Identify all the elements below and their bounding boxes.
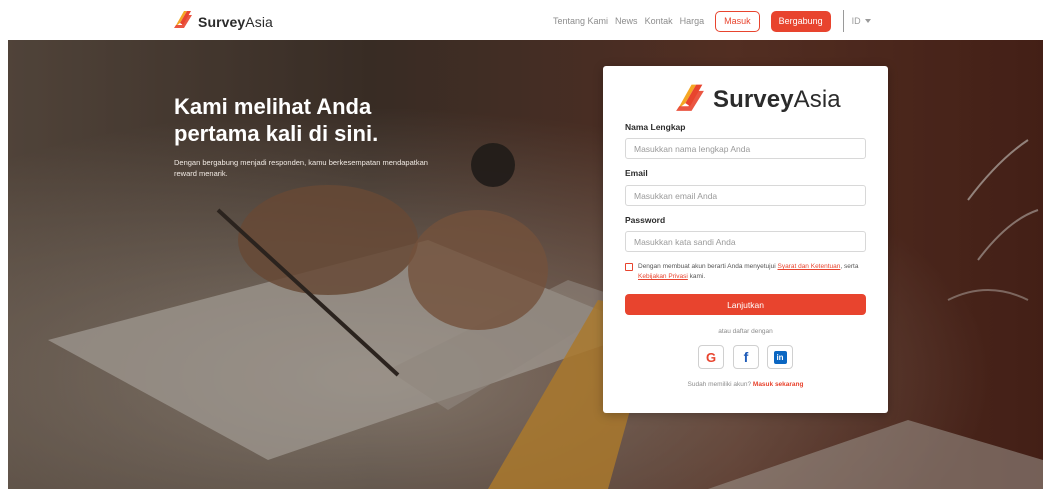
nav-link-news[interactable]: News bbox=[615, 16, 638, 26]
login-prompt: Sudah memiliki akun? Masuk sekarang bbox=[603, 381, 888, 388]
continue-button[interactable]: Lanjutkan bbox=[625, 294, 866, 315]
top-navigation: SurveyAsia Tentang Kami News Kontak Harg… bbox=[0, 0, 1050, 40]
brand-name-bold: Survey bbox=[198, 13, 246, 30]
card-brand-name-bold: Survey bbox=[713, 85, 794, 113]
login-button[interactable]: Masuk bbox=[715, 10, 760, 32]
nav-link-harga[interactable]: Harga bbox=[680, 16, 705, 26]
privacy-link[interactable]: Kebijakan Privasi bbox=[638, 273, 688, 280]
language-label: ID bbox=[851, 16, 861, 26]
terms-suffix: kami. bbox=[689, 273, 706, 280]
hero-title-line1: Kami melihat Anda bbox=[174, 94, 372, 119]
brand-name-light: Asia bbox=[245, 13, 273, 30]
surveyasia-logo-icon bbox=[673, 81, 707, 118]
nav-divider bbox=[842, 10, 844, 32]
nav-menu: Tentang Kami News Kontak Harga Masuk Ber… bbox=[553, 10, 871, 32]
linkedin-icon: in bbox=[773, 350, 787, 364]
nav-link-kontak[interactable]: Kontak bbox=[645, 16, 673, 26]
terms-middle: , serta bbox=[840, 263, 859, 270]
terms-agreement: Dengan membuat akun berarti Anda menyetu… bbox=[625, 262, 875, 282]
email-label: Email bbox=[625, 168, 648, 178]
chevron-down-icon bbox=[864, 19, 871, 23]
nav-link-tentang-kami[interactable]: Tentang Kami bbox=[553, 16, 608, 26]
facebook-signup-button[interactable]: f bbox=[733, 345, 759, 369]
or-register-with: atau daftar dengan bbox=[718, 328, 773, 335]
join-button[interactable]: Bergabung bbox=[770, 10, 831, 32]
email-input[interactable]: Masukkan email Anda bbox=[625, 185, 866, 206]
hero-subtitle: Dengan bergabung menjadi responden, kamu… bbox=[174, 158, 428, 178]
terms-prefix: Dengan membuat akun berarti Anda menyetu… bbox=[638, 263, 776, 270]
hero-title-line2: pertama kali di sini. bbox=[174, 121, 379, 146]
card-brand-name-light: Asia bbox=[793, 85, 841, 113]
terms-checkbox[interactable] bbox=[625, 263, 633, 271]
surveyasia-logo-icon bbox=[172, 9, 194, 34]
google-signup-button[interactable]: G bbox=[698, 345, 724, 369]
have-account-text: Sudah memiliki akun? bbox=[687, 381, 752, 388]
name-label: Nama Lengkap bbox=[625, 122, 686, 132]
password-input[interactable]: Masukkan kata sandi Anda bbox=[625, 231, 866, 252]
facebook-icon: f bbox=[743, 349, 749, 365]
google-icon: G bbox=[705, 349, 717, 365]
login-now-link[interactable]: Masuk sekarang bbox=[753, 381, 804, 388]
language-selector[interactable]: ID bbox=[852, 16, 871, 26]
password-label: Password bbox=[625, 215, 666, 225]
registration-card: SurveyAsia Nama Lengkap Masukkan nama le… bbox=[603, 66, 888, 413]
brand-logo[interactable]: SurveyAsia bbox=[172, 9, 273, 34]
card-brand-logo: SurveyAsia bbox=[673, 81, 841, 118]
linkedin-signup-button[interactable]: in bbox=[767, 345, 793, 369]
terms-link[interactable]: Syarat dan Ketentuan bbox=[777, 263, 840, 270]
name-input[interactable]: Masukkan nama lengkap Anda bbox=[625, 138, 866, 159]
hero-title: Kami melihat Anda pertama kali di sini. bbox=[174, 93, 474, 147]
